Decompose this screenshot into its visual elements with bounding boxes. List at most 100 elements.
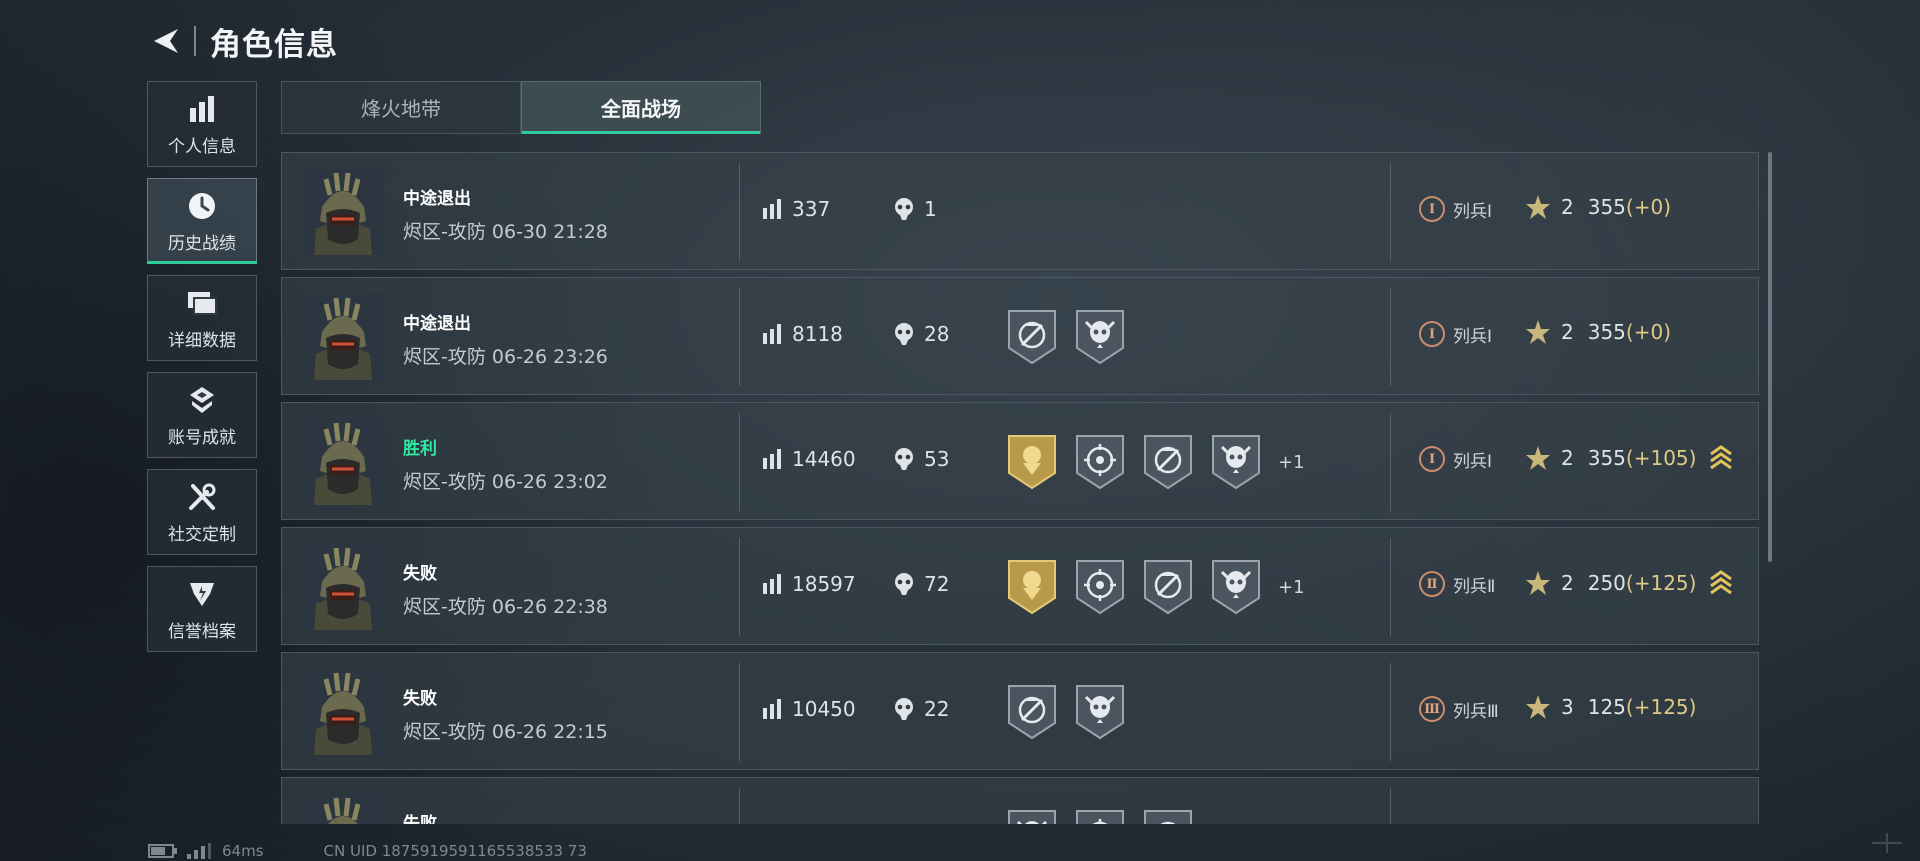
mode-tabs: 烽火地带 全面战场: [281, 81, 761, 134]
medal-gold-icon[interactable]: [1006, 433, 1058, 491]
sidebar-item-label: 账号成就: [168, 427, 236, 448]
medal-scope-icon[interactable]: [1006, 683, 1058, 741]
medal-target-icon[interactable]: [1074, 433, 1126, 491]
level-value: 2: [1561, 195, 1574, 219]
player-avatar: [302, 544, 384, 630]
medal-skull-icon[interactable]: [1210, 433, 1262, 491]
tab-full-battlefield[interactable]: 全面战场: [521, 81, 761, 134]
more-medals-count[interactable]: +1: [1278, 452, 1305, 473]
medal-skull-icon[interactable]: [1210, 558, 1262, 616]
rank-up-chevron-icon: [1710, 570, 1733, 595]
level-value: 2: [1561, 320, 1574, 344]
column-divider: [739, 413, 740, 511]
rank-badge-icon: Ⅰ: [1419, 321, 1445, 347]
medal-scope-icon[interactable]: [1006, 308, 1058, 366]
tab-hazard-zone[interactable]: 烽火地带: [281, 81, 521, 134]
rank-info: Ⅲ 列兵Ⅲ: [1419, 696, 1499, 722]
score-value: 14460: [792, 447, 856, 471]
points-value: 355: [1587, 320, 1626, 344]
player-avatar: [302, 419, 384, 505]
points-value: 355: [1587, 195, 1626, 219]
sidebar-item-match-history[interactable]: 历史战绩: [147, 178, 257, 264]
back-button[interactable]: [148, 23, 184, 59]
medal-list: +1: [1006, 433, 1305, 491]
column-divider: [739, 788, 740, 824]
match-row[interactable]: 失败: [281, 777, 1759, 824]
medal-list: +1: [1006, 558, 1305, 616]
medal-target-icon[interactable]: [1074, 808, 1126, 824]
medal-scope-icon[interactable]: [1142, 808, 1194, 824]
score-value: 18597: [792, 572, 856, 596]
sidebar-item-personal-info[interactable]: 个人信息: [147, 81, 257, 167]
medal-skull-icon[interactable]: [1006, 808, 1058, 824]
more-medals-count[interactable]: +1: [1278, 577, 1305, 598]
rank-label: 列兵Ⅱ: [1453, 576, 1496, 597]
signal-icon: [187, 843, 211, 859]
list-scrollbar[interactable]: [1768, 152, 1772, 562]
kills-value: 72: [924, 572, 950, 596]
level-value: 3: [1561, 695, 1574, 719]
match-score: 18597: [762, 572, 856, 596]
sidebar-item-credit-record[interactable]: 信誉档案: [147, 566, 257, 652]
kills-value: 22: [924, 697, 950, 721]
match-kills: 28: [894, 322, 949, 346]
match-result: 失败: [403, 814, 437, 824]
column-divider: [739, 663, 740, 761]
column-divider: [1390, 663, 1391, 761]
medal-target-icon[interactable]: [1074, 558, 1126, 616]
medal-scope-icon[interactable]: [1142, 558, 1194, 616]
status-bar: 64ms CN UID 1875919591165538533 73: [148, 842, 587, 860]
rank-points: 2 355 (+105): [1525, 444, 1733, 472]
kills-value: 28: [924, 322, 950, 346]
sidebar-item-achievements[interactable]: 账号成就: [147, 372, 257, 458]
rank-info: Ⅰ 列兵Ⅰ: [1419, 446, 1492, 472]
kills-value: 53: [924, 447, 950, 471]
match-row[interactable]: 胜利 烬区-攻防 06-26 23:02 14460 53 +1 Ⅰ 列兵Ⅰ 2 355 (+10…: [281, 402, 1759, 520]
uid-text: CN UID 1875919591165538533 73: [323, 842, 587, 860]
medal-scope-icon[interactable]: [1142, 433, 1194, 491]
level-star-icon: [1526, 320, 1550, 344]
column-divider: [1390, 288, 1391, 386]
medal-gold-icon[interactable]: [1006, 558, 1058, 616]
rank-points: 2 250 (+125): [1525, 569, 1733, 597]
score-value: 8118: [792, 322, 843, 346]
clock-icon: [189, 192, 215, 219]
match-history-list: 中途退出 烬区-攻防 06-30 21:28 337 1 Ⅰ 列兵Ⅰ 2 355 (+0) 中途退…: [281, 152, 1759, 824]
match-row[interactable]: 中途退出 烬区-攻防 06-26 23:26 8118 28 Ⅰ 列兵Ⅰ 2 355 (+0): [281, 277, 1759, 395]
level-value: 2: [1561, 571, 1574, 595]
rank-points: 2 355 (+0): [1525, 319, 1671, 345]
sidebar-item-label: 信誉档案: [168, 621, 236, 642]
column-divider: [739, 538, 740, 636]
match-map-time: 烬区-攻防 06-30 21:28: [403, 221, 608, 243]
score-value: 10450: [792, 697, 856, 721]
match-map-time: 烬区-攻防 06-26 23:26: [403, 346, 608, 368]
rank-points: 3 125 (+125): [1525, 694, 1696, 720]
match-score: 14460: [762, 447, 856, 471]
battery-icon: [148, 844, 177, 858]
page-header: 角色信息: [148, 18, 338, 64]
match-score: 8118: [762, 322, 843, 346]
sidebar-item-label: 社交定制: [168, 524, 236, 545]
sidebar-item-detailed-data[interactable]: 详细数据: [147, 275, 257, 361]
rank-label: 列兵Ⅰ: [1453, 326, 1493, 347]
kills-skull-icon: [895, 323, 913, 345]
match-map-time: 烬区-攻防 06-26 23:02: [403, 471, 608, 493]
medal-skull-icon[interactable]: [1074, 683, 1126, 741]
match-kills: 1: [894, 197, 937, 221]
rank-label: 列兵Ⅰ: [1453, 451, 1493, 472]
match-row[interactable]: 失败 烬区-攻防 06-26 22:38 18597 72 +1 Ⅱ 列兵Ⅱ 2 250 (+12…: [281, 527, 1759, 645]
medal-list: [1006, 308, 1142, 366]
match-result: 中途退出: [403, 314, 471, 334]
column-divider: [739, 163, 740, 261]
level-star-icon: [1526, 446, 1550, 470]
rank-up-chevron-icon: [1710, 445, 1733, 470]
match-row[interactable]: 中途退出 烬区-攻防 06-30 21:28 337 1 Ⅰ 列兵Ⅰ 2 355 (+0): [281, 152, 1759, 270]
points-delta: (+0): [1625, 195, 1672, 219]
medal-skull-icon[interactable]: [1074, 308, 1126, 366]
header-divider: [194, 26, 196, 56]
match-kills: 53: [894, 447, 949, 471]
kills-skull-icon: [895, 448, 913, 470]
sidebar-item-social-customization[interactable]: 社交定制: [147, 469, 257, 555]
rank-badge-icon: Ⅱ: [1419, 571, 1445, 597]
match-row[interactable]: 失败 烬区-攻防 06-26 22:15 10450 22 Ⅲ 列兵Ⅲ 3 125 (+125): [281, 652, 1759, 770]
